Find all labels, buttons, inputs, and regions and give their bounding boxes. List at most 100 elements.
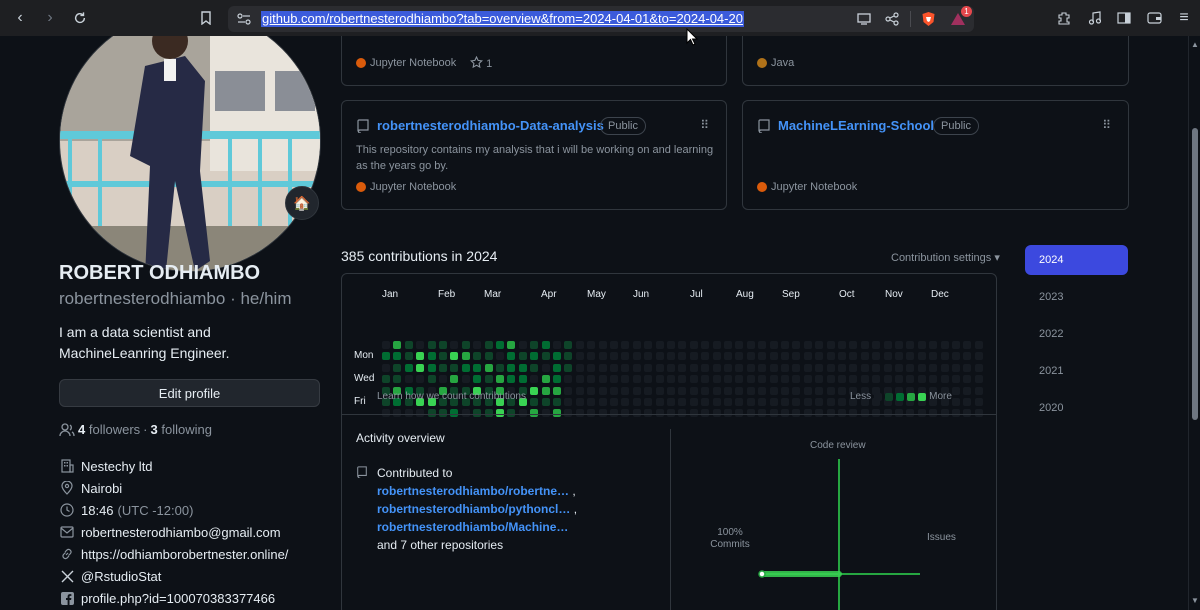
contribution-cell[interactable] [655,352,664,361]
contribution-cell[interactable] [781,363,789,372]
contribution-cell[interactable] [746,363,755,372]
sidebar-icon[interactable] [1114,8,1134,28]
contribution-cell[interactable] [484,341,493,349]
contribution-cell[interactable] [952,352,960,361]
contribution-cell[interactable] [883,363,892,372]
contribution-settings-button[interactable]: Contribution settings ▾ [891,251,1000,264]
status-icon[interactable]: 🏠 [285,186,319,220]
contribution-cell[interactable] [484,375,493,384]
contribution-cell[interactable] [575,352,584,361]
contribution-cell[interactable] [758,363,767,372]
forward-icon[interactable]: › [40,8,60,28]
contribution-cell[interactable] [382,352,390,361]
contribution-cell[interactable] [849,363,858,372]
contribution-cell[interactable] [598,375,607,384]
contribution-cell[interactable] [712,375,721,384]
contribution-cell[interactable] [781,386,789,395]
contribution-cell[interactable] [404,363,413,372]
drag-handle-icon[interactable]: ⠿ [1102,118,1111,132]
contribution-cell[interactable] [678,352,687,361]
contribution-cell[interactable] [849,375,858,384]
contribution-cell[interactable] [838,398,846,406]
contribution-cell[interactable] [541,375,550,384]
contribution-cell[interactable] [530,341,539,349]
contribution-cell[interactable] [644,398,653,406]
contribution-cell[interactable] [735,341,744,349]
contribution-cell[interactable] [803,386,812,395]
contribution-cell[interactable] [815,363,824,372]
contribution-cell[interactable] [587,363,596,372]
contribution-cell[interactable] [427,363,436,372]
contribution-cell[interactable] [849,341,858,349]
contribution-cell[interactable] [632,375,641,384]
contribution-cell[interactable] [883,375,892,384]
contribution-cell[interactable] [644,363,653,372]
contribution-cell[interactable] [507,352,516,361]
extensions-icon[interactable] [1054,8,1074,28]
contribution-cell[interactable] [553,398,561,406]
contribution-cell[interactable] [541,386,550,395]
contribution-cell[interactable] [621,375,630,384]
contribution-cell[interactable] [917,341,926,349]
repo-name-link[interactable]: robertnesterodhiambo-Data-analysis [377,118,604,133]
contribution-cell[interactable] [872,341,881,349]
contribution-cell[interactable] [598,398,607,406]
contribution-cell[interactable] [838,363,846,372]
contribution-cell[interactable] [724,363,732,372]
contribution-cell[interactable] [940,375,949,384]
contribution-cell[interactable] [872,352,881,361]
contribution-cell[interactable] [701,386,710,395]
contribution-cell[interactable] [724,341,732,349]
contribution-cell[interactable] [461,363,470,372]
contribution-cell[interactable] [838,375,846,384]
contribution-cell[interactable] [872,375,881,384]
contribution-cell[interactable] [815,375,824,384]
contribution-cell[interactable] [974,375,983,384]
contribution-cell[interactable] [564,375,573,384]
contribution-cell[interactable] [917,375,926,384]
contribution-cell[interactable] [496,352,504,361]
scrollbar-thumb[interactable] [1192,128,1198,420]
contribution-cell[interactable] [792,386,801,395]
contribution-cell[interactable] [758,375,767,384]
contribution-cell[interactable] [746,398,755,406]
contribution-cell[interactable] [530,398,539,406]
contribution-cell[interactable] [838,341,846,349]
contribution-cell[interactable] [393,352,402,361]
contribution-cell[interactable] [929,375,938,384]
back-icon[interactable]: ‹ [10,8,30,28]
learn-contributions-link[interactable]: Learn how we count contributions [377,391,526,402]
url-text[interactable]: github.com/robertnesterodhiambo?tab=over… [261,11,744,27]
contribution-cell[interactable] [587,341,596,349]
contribution-cell[interactable] [860,375,869,384]
contribution-cell[interactable] [553,386,561,395]
contribution-cell[interactable] [838,386,846,395]
contribution-cell[interactable] [724,398,732,406]
contribution-cell[interactable] [439,341,447,349]
contribution-cell[interactable] [678,375,687,384]
contribution-cell[interactable] [735,352,744,361]
contribution-cell[interactable] [610,363,618,372]
contribution-cell[interactable] [473,363,482,372]
contribution-cell[interactable] [678,398,687,406]
contribution-cell[interactable] [803,375,812,384]
repo-stars[interactable]: 1 [469,55,492,70]
contribution-cell[interactable] [507,375,516,384]
drag-handle-icon[interactable]: ⠿ [700,118,709,132]
contribution-cell[interactable] [598,363,607,372]
contribution-cell[interactable] [507,363,516,372]
website-link[interactable]: https://odhiamborobertnester.online/ [81,547,288,562]
menu-icon[interactable]: ≡ [1174,8,1194,28]
contribution-cell[interactable] [564,398,573,406]
contribution-cell[interactable] [610,375,618,384]
contribution-cell[interactable] [655,375,664,384]
contribution-cell[interactable] [621,386,630,395]
contribution-cell[interactable] [564,341,573,349]
contribution-cell[interactable] [963,341,972,349]
contribution-cell[interactable] [803,398,812,406]
contribution-cell[interactable] [735,386,744,395]
contribution-cell[interactable] [427,341,436,349]
contribution-cell[interactable] [735,375,744,384]
contribution-cell[interactable] [632,352,641,361]
contribution-cell[interactable] [746,341,755,349]
